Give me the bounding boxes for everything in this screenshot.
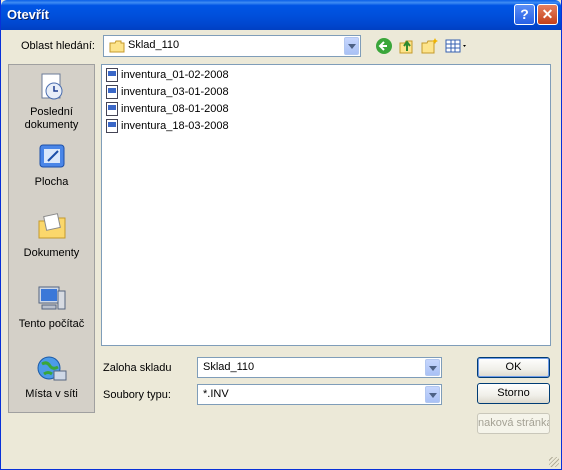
file-list[interactable]: inventura_01-02-2008 inventura_03-01-200… <box>101 64 551 346</box>
view-menu-icon[interactable] <box>445 37 469 55</box>
place-label: Poslední dokumenty <box>24 106 79 131</box>
file-name-value: Sklad_110 <box>203 361 255 373</box>
file-icon <box>106 119 118 133</box>
look-in-value: Sklad_110 <box>128 39 180 51</box>
place-my-computer[interactable]: Tento počítač <box>9 283 94 331</box>
place-label: Tento počítač <box>18 318 85 330</box>
back-icon[interactable] <box>375 37 393 55</box>
look-in-label: Oblast hledání: <box>21 40 95 52</box>
chevron-down-icon[interactable] <box>425 359 440 376</box>
file-name-combo[interactable]: Sklad_110 <box>197 357 442 378</box>
file-type-value: *.INV <box>203 388 229 400</box>
recent-documents-icon <box>41 73 62 100</box>
open-dialog: Otevřít ? ✕ Oblast hledání: Sklad_110 Po… <box>0 0 562 470</box>
new-folder-icon[interactable] <box>421 37 439 55</box>
place-network[interactable]: Místa v síti <box>9 353 94 401</box>
file-icon <box>106 68 118 82</box>
look-in-combo[interactable]: Sklad_110 <box>103 35 361 57</box>
cancel-button[interactable]: Storno <box>477 383 550 404</box>
places-bar: Poslední dokumenty Plocha Dokumenty Tent… <box>8 64 95 413</box>
title-bar[interactable]: Otevřít ? ✕ <box>1 0 561 30</box>
ok-button[interactable]: OK <box>477 357 550 378</box>
close-button[interactable]: ✕ <box>537 4 558 25</box>
folder-icon <box>109 40 125 53</box>
file-name: inventura_18-03-2008 <box>121 120 229 132</box>
chevron-down-icon[interactable] <box>344 37 359 55</box>
place-label: Dokumenty <box>23 247 80 259</box>
resize-grip[interactable] <box>549 457 559 467</box>
place-desktop[interactable]: Plocha <box>9 141 94 189</box>
place-label: Plocha <box>34 176 69 188</box>
file-name: inventura_03-01-2008 <box>121 86 229 98</box>
help-title-button[interactable]: ? <box>514 4 535 25</box>
file-name: inventura_08-01-2008 <box>121 103 229 115</box>
place-recent-documents[interactable]: Poslední dokumenty <box>9 71 94 132</box>
file-icon <box>106 85 118 99</box>
file-type-label: Soubory typu: <box>103 389 171 401</box>
dialog-title: Otevřít <box>7 7 49 22</box>
file-type-combo[interactable]: *.INV <box>197 384 442 405</box>
chevron-down-icon[interactable] <box>425 386 440 403</box>
file-name-label: Zaloha skladu <box>103 362 172 374</box>
file-icon <box>106 102 118 116</box>
file-name: inventura_01-02-2008 <box>121 69 229 81</box>
desktop-icon <box>39 144 64 168</box>
help-button[interactable]: naková stránka <box>477 413 550 434</box>
documents-folder-icon <box>38 213 65 239</box>
up-folder-icon[interactable] <box>398 37 416 55</box>
network-places-icon <box>37 356 66 381</box>
computer-icon <box>38 286 65 310</box>
place-label: Místa v síti <box>25 388 78 400</box>
place-documents[interactable]: Dokumenty <box>9 212 94 260</box>
